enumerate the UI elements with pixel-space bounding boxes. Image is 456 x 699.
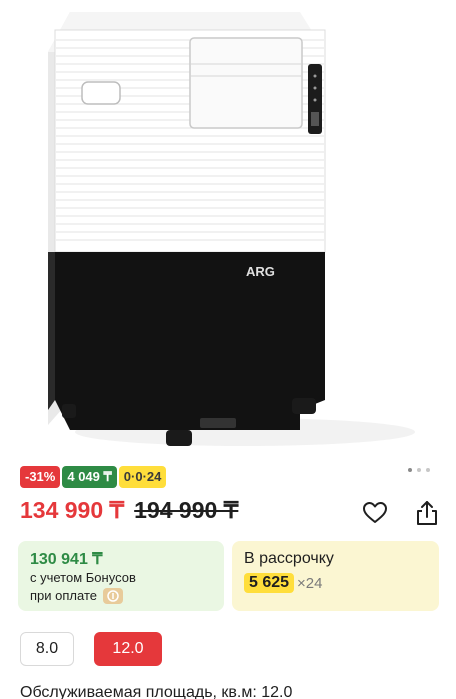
option-8-0[interactable]: 8.0: [20, 632, 74, 666]
bonus-badge: 4 049 ₸: [62, 466, 117, 488]
badge-row: -31% 4 049 ₸ 0·0·24: [20, 466, 167, 488]
heart-icon: [363, 502, 387, 523]
variant-options: 8.0 12.0: [20, 632, 162, 666]
bonus-price-card[interactable]: 130 941 ₸ с учетом Бонусов при оплате: [18, 541, 224, 611]
price-row: 134 990 ₸ 194 990 ₸: [20, 497, 238, 524]
bonus-price: 130 941 ₸: [30, 551, 103, 568]
bonus-caption-line1: с учетом Бонусов: [30, 570, 136, 585]
product-image-gallery[interactable]: ARG: [0, 0, 456, 462]
bonus-caption-line2: при оплате: [30, 588, 97, 603]
gallery-dot[interactable]: [417, 468, 421, 472]
installment-card[interactable]: В рассрочку 5 625 ×24: [232, 541, 439, 611]
installment-title: В рассрочку: [244, 550, 334, 567]
product-actions: [360, 498, 442, 528]
option-12-0[interactable]: 12.0: [94, 632, 162, 666]
installment-badge: 0·0·24: [118, 466, 167, 488]
share-button[interactable]: [412, 498, 442, 528]
product-image: ARG: [48, 12, 415, 446]
favorite-button[interactable]: [360, 498, 390, 528]
gallery-dot[interactable]: [426, 468, 430, 472]
brand-logo: ARG: [246, 264, 275, 279]
installment-term: ×24: [297, 574, 323, 592]
gallery-pagination[interactable]: [408, 468, 430, 472]
installment-amount: 5 625: [244, 573, 295, 593]
old-price: 194 990 ₸: [134, 497, 239, 523]
gallery-dot[interactable]: [408, 468, 412, 472]
spec-area-label: Обслуживаемая площадь, кв.м: 12.0: [20, 684, 293, 699]
discount-badge: -31%: [20, 466, 61, 488]
share-icon: [417, 501, 437, 525]
current-price: 134 990 ₸: [20, 497, 125, 523]
kaspi-coin-icon: [102, 588, 123, 604]
